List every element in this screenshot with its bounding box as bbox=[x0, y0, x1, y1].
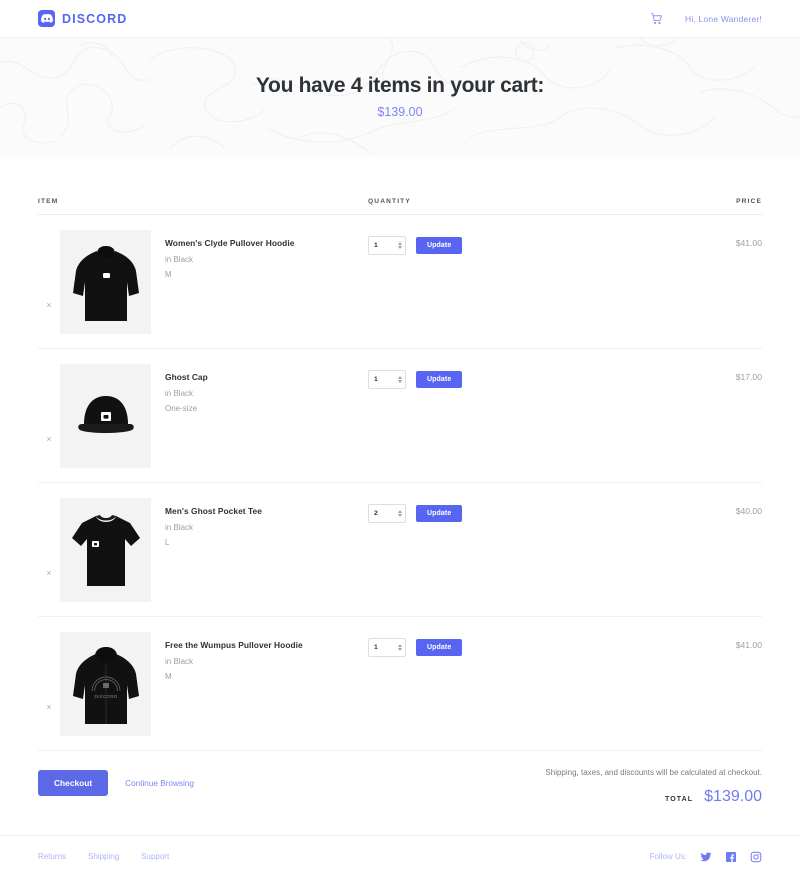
twitter-icon[interactable] bbox=[700, 851, 712, 863]
checkout-bar: Checkout Continue Browsing Shipping, tax… bbox=[38, 751, 762, 806]
remove-item-button[interactable]: × bbox=[38, 364, 60, 468]
discord-logo-icon bbox=[38, 10, 55, 27]
page-title: You have 4 items in your cart: bbox=[255, 74, 545, 97]
product-size: L bbox=[165, 538, 170, 547]
product-color: in Black bbox=[165, 657, 194, 666]
product-size: M bbox=[165, 270, 172, 279]
product-thumbnail[interactable] bbox=[60, 498, 151, 602]
product-title[interactable]: Ghost Cap bbox=[165, 372, 208, 382]
quantity-cell: 1 Update bbox=[368, 364, 523, 389]
product-info: Men's Ghost Pocket Tee in Black L bbox=[151, 498, 262, 602]
product-thumbnail[interactable] bbox=[60, 364, 151, 468]
update-button[interactable]: Update bbox=[416, 505, 463, 522]
quantity-cell: 1 Update bbox=[368, 632, 523, 657]
svg-text:DISCORD: DISCORD bbox=[94, 694, 117, 699]
quantity-value[interactable]: 1 bbox=[374, 376, 378, 383]
facebook-icon[interactable] bbox=[725, 851, 737, 863]
product-info: Free the Wumpus Pullover Hoodie in Black… bbox=[151, 632, 303, 736]
cart-hero: You have 4 items in your cart: $139.00 bbox=[0, 38, 800, 156]
product-size: One-size bbox=[165, 404, 198, 413]
shopping-cart-icon[interactable] bbox=[650, 12, 663, 25]
product-price: $40.00 bbox=[735, 506, 762, 516]
footer-link-support[interactable]: Support bbox=[141, 852, 169, 861]
brand-wordmark: DISCORD bbox=[62, 11, 128, 26]
product-price: $17.00 bbox=[735, 372, 762, 382]
quantity-cell: 2 Update bbox=[368, 498, 523, 523]
product-info: Women's Clyde Pullover Hoodie in Black M bbox=[151, 230, 294, 334]
stepper-arrows-icon[interactable] bbox=[398, 510, 402, 517]
product-info: Ghost Cap in Black One-size bbox=[151, 364, 208, 468]
black-pullover-hoodie-icon bbox=[72, 246, 139, 321]
black-cap-icon bbox=[77, 396, 134, 433]
user-greeting[interactable]: Hi, Lone Wanderer! bbox=[685, 14, 762, 24]
remove-item-button[interactable]: × bbox=[38, 498, 60, 602]
order-summary: Shipping, taxes, and discounts will be c… bbox=[545, 768, 762, 806]
cart-item-cell: × Men's Ghost Pocket Tee in Black L bbox=[38, 498, 368, 602]
quantity-stepper[interactable]: 1 bbox=[368, 236, 406, 255]
site-footer: Returns Shipping Support Follow Us: bbox=[0, 835, 800, 877]
footer-link-returns[interactable]: Returns bbox=[38, 852, 66, 861]
cart-item-cell: × Women's Clyde Pullover Hoodie in Black… bbox=[38, 230, 368, 334]
cart-subtotal: $139.00 bbox=[377, 105, 423, 119]
black-zip-hoodie-icon: DISCORD bbox=[72, 647, 139, 724]
product-size: M bbox=[165, 672, 172, 681]
product-price: $41.00 bbox=[735, 238, 762, 248]
stepper-arrows-icon[interactable] bbox=[398, 242, 402, 249]
checkout-note: Shipping, taxes, and discounts will be c… bbox=[545, 768, 762, 777]
cart-table-header: ITEM QUANTITY PRICE bbox=[38, 156, 762, 215]
social-section: Follow Us: bbox=[650, 851, 762, 863]
quantity-value[interactable]: 2 bbox=[374, 510, 378, 517]
total-row: TOTAL $139.00 bbox=[545, 788, 762, 806]
cart-row: × Ghost Cap in Black One-size 1 Update $… bbox=[38, 349, 762, 483]
quantity-cell: 1 Update bbox=[368, 230, 523, 255]
brand-logo[interactable]: DISCORD bbox=[38, 10, 127, 27]
column-header-quantity: QUANTITY bbox=[368, 198, 411, 205]
product-color: in Black bbox=[165, 389, 194, 398]
cart-row: × Women's Clyde Pullover Hoodie in Black… bbox=[38, 215, 762, 349]
quantity-stepper[interactable]: 1 bbox=[368, 638, 406, 657]
product-thumbnail[interactable]: DISCORD bbox=[60, 632, 151, 736]
column-header-price: PRICE bbox=[736, 198, 762, 205]
update-button[interactable]: Update bbox=[416, 371, 463, 388]
cart-row: × Men's Ghost Pocket Tee in Black L 2 Up… bbox=[38, 483, 762, 617]
update-button[interactable]: Update bbox=[416, 639, 463, 656]
cart-item-cell: × Ghost Cap in Black One-size bbox=[38, 364, 368, 468]
update-button[interactable]: Update bbox=[416, 237, 463, 254]
cart-container: ITEM QUANTITY PRICE × Women's Clyde Pull… bbox=[0, 156, 800, 806]
footer-links: Returns Shipping Support bbox=[38, 852, 169, 861]
header-actions: Hi, Lone Wanderer! bbox=[650, 12, 762, 25]
stepper-arrows-icon[interactable] bbox=[398, 644, 402, 651]
product-color: in Black bbox=[165, 255, 194, 264]
remove-item-button[interactable]: × bbox=[38, 632, 60, 736]
checkout-actions: Checkout Continue Browsing bbox=[38, 768, 194, 796]
follow-us-label: Follow Us: bbox=[649, 852, 687, 861]
black-tee-icon bbox=[71, 515, 140, 586]
quantity-value[interactable]: 1 bbox=[374, 644, 378, 651]
total-label: TOTAL bbox=[664, 796, 694, 803]
stepper-arrows-icon[interactable] bbox=[398, 376, 402, 383]
footer-link-shipping[interactable]: Shipping bbox=[88, 852, 119, 861]
instagram-icon[interactable] bbox=[750, 851, 762, 863]
product-title[interactable]: Men's Ghost Pocket Tee bbox=[165, 506, 262, 516]
cart-item-cell: × DISCORD Free the Wumpus Pullover Hoodi… bbox=[38, 632, 368, 736]
total-value: $139.00 bbox=[704, 788, 762, 805]
site-header: DISCORD Hi, Lone Wanderer! bbox=[0, 0, 800, 38]
product-title[interactable]: Free the Wumpus Pullover Hoodie bbox=[165, 640, 303, 650]
quantity-value[interactable]: 1 bbox=[374, 242, 378, 249]
product-thumbnail[interactable] bbox=[60, 230, 151, 334]
column-header-item: ITEM bbox=[38, 198, 59, 205]
quantity-stepper[interactable]: 1 bbox=[368, 370, 406, 389]
product-price: $41.00 bbox=[735, 640, 762, 650]
quantity-stepper[interactable]: 2 bbox=[368, 504, 406, 523]
product-color: in Black bbox=[165, 523, 194, 532]
product-title[interactable]: Women's Clyde Pullover Hoodie bbox=[165, 238, 294, 248]
checkout-button[interactable]: Checkout bbox=[38, 770, 109, 796]
continue-browsing-link[interactable]: Continue Browsing bbox=[125, 779, 194, 788]
remove-item-button[interactable]: × bbox=[38, 230, 60, 334]
cart-row: × DISCORD Free the Wumpus Pullover Hoodi… bbox=[38, 617, 762, 751]
